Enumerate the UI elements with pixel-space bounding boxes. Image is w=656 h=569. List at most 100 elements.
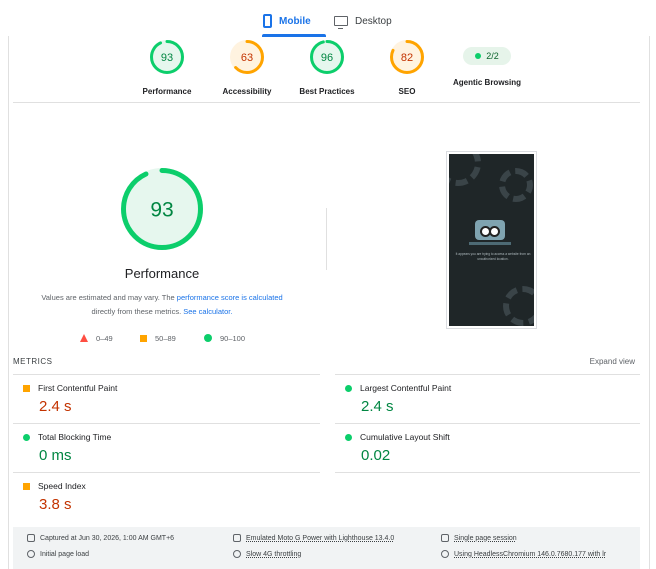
metrics-title: METRICS — [13, 357, 53, 366]
performance-gauge: 93 — [150, 40, 184, 74]
category-accessibility[interactable]: 63 Accessibility — [207, 40, 287, 96]
metric-divider — [13, 374, 320, 375]
legend-fail: 0–49 — [80, 332, 113, 344]
metric-cumulative-layout-shift: Cumulative Layout Shift 0.02 — [335, 432, 615, 464]
tab-desktop-label: Desktop — [355, 15, 392, 27]
metric-value: 3.8 s — [39, 496, 72, 513]
final-screenshot[interactable]: It appears you are trying to access a we… — [446, 151, 537, 329]
emulated-device-text: Emulated Moto G Power with Lighthouse 13… — [246, 534, 395, 542]
metric-divider — [13, 472, 320, 473]
fail-triangle-icon — [80, 334, 88, 342]
pass-circle-icon — [345, 433, 352, 441]
metric-divider — [335, 423, 640, 424]
metric-name: Largest Contentful Paint — [360, 383, 452, 393]
wifi-icon — [233, 550, 241, 558]
pass-dot-icon — [475, 53, 482, 59]
legend-average-label: 50–89 — [155, 333, 176, 343]
divider — [13, 102, 640, 103]
metric-value: 2.4 s — [39, 398, 72, 415]
category-label: Best Practices — [299, 87, 355, 96]
agentic-value: 2/2 — [486, 51, 499, 61]
pass-circle-icon — [345, 384, 352, 392]
page-icon — [441, 534, 449, 542]
average-square-icon — [23, 482, 30, 490]
metric-divider — [335, 472, 640, 473]
category-seo[interactable]: 82 SEO — [367, 40, 447, 96]
pass-circle-icon — [23, 433, 30, 441]
gear-icon — [499, 168, 533, 202]
calculator-link[interactable]: See calculator. — [183, 307, 232, 316]
screenshot-caption: It appears you are trying to access a we… — [455, 252, 531, 261]
network-throttling[interactable]: Slow 4G throttling — [233, 550, 301, 558]
metric-name: First Contentful Paint — [38, 383, 118, 393]
average-square-icon — [23, 384, 30, 392]
pass-circle-icon — [204, 334, 212, 342]
average-square-icon — [140, 334, 147, 342]
browser-version[interactable]: Using HeadlessChromium 146.0.7680.177 wi… — [441, 550, 606, 558]
page-load-text: Initial page load — [40, 550, 90, 558]
tab-desktop[interactable]: Desktop — [334, 8, 404, 34]
timer-icon — [27, 550, 35, 558]
gauge-score: 96 — [321, 52, 333, 64]
accessibility-gauge: 63 — [230, 40, 264, 74]
category-label: Accessibility — [222, 87, 272, 96]
screenshot-content: It appears you are trying to access a we… — [449, 154, 534, 326]
captured-at: Captured at Jun 30, 2026, 1:00 AM GMT+6 — [27, 534, 174, 542]
device-tabs: Mobile Desktop — [0, 0, 656, 37]
gear-icon — [503, 286, 534, 326]
laptop-icon — [233, 534, 241, 542]
page-load: Initial page load — [27, 550, 89, 558]
robot-base — [469, 242, 511, 245]
category-best-practices[interactable]: 96 Best Practices — [287, 40, 367, 96]
robot-icon — [475, 220, 505, 240]
metric-divider — [13, 423, 320, 424]
performance-note: Values are estimated and may vary. The p… — [30, 291, 294, 319]
metric-first-contentful-paint: First Contentful Paint 2.4 s — [13, 383, 293, 415]
note-text: directly from these metrics. — [91, 307, 184, 316]
runtime-settings: Captured at Jun 30, 2026, 1:00 AM GMT+6 … — [13, 527, 640, 569]
best-practices-gauge: 96 — [310, 40, 344, 74]
note-text: Values are estimated and may vary. The — [41, 293, 177, 302]
session-type[interactable]: Single page session — [441, 534, 517, 542]
metric-total-blocking-time: Total Blocking Time 0 ms — [13, 432, 293, 464]
metric-divider — [335, 374, 640, 375]
category-label: SEO — [398, 87, 416, 96]
seo-gauge: 82 — [390, 40, 424, 74]
metric-name: Cumulative Layout Shift — [360, 432, 450, 442]
gauge-score: 93 — [150, 199, 173, 222]
tab-mobile-label: Mobile — [279, 15, 311, 27]
phone-icon — [263, 14, 272, 28]
captured-at-text: Captured at Jun 30, 2026, 1:00 AM GMT+6 — [40, 534, 175, 542]
monitor-icon — [334, 16, 348, 29]
gauge-score: 93 — [161, 52, 173, 64]
metric-name: Total Blocking Time — [38, 432, 112, 442]
legend-fail-label: 0–49 — [96, 333, 113, 343]
gauge-score: 63 — [241, 52, 253, 64]
calendar-icon — [27, 534, 35, 542]
throttling-text: Slow 4G throttling — [246, 550, 302, 558]
performance-big-gauge: 93 — [121, 168, 203, 250]
gauge-score: 82 — [401, 52, 413, 64]
legend-pass-label: 90–100 — [220, 333, 246, 343]
metric-value: 2.4 s — [361, 398, 394, 415]
category-performance[interactable]: 93 Performance — [127, 40, 207, 96]
emulated-device[interactable]: Emulated Moto G Power with Lighthouse 13… — [233, 534, 394, 542]
metric-speed-index: Speed Index 3.8 s — [13, 481, 293, 513]
expand-view-toggle[interactable]: Expand view — [590, 357, 635, 366]
metric-value: 0.02 — [361, 447, 391, 464]
browser-version-text: Using HeadlessChromium 146.0.7680.177 wi… — [454, 550, 607, 558]
category-label: Performance — [142, 87, 192, 96]
legend-average: 50–89 — [140, 332, 176, 344]
score-calculation-link[interactable]: performance score is calculated — [177, 293, 283, 302]
metric-largest-contentful-paint: Largest Contentful Paint 2.4 s — [335, 383, 615, 415]
session-type-text: Single page session — [454, 534, 517, 542]
performance-title: Performance — [124, 266, 200, 281]
category-label: Agentic Browsing — [452, 78, 521, 87]
metric-value: 0 ms — [39, 447, 72, 464]
legend-pass: 90–100 — [204, 332, 245, 344]
agentic-pill: 2/2 — [463, 47, 511, 65]
category-agentic-browsing[interactable]: 2/2 Agentic Browsing — [447, 39, 527, 87]
vertical-divider — [326, 208, 327, 270]
gear-icon — [449, 154, 481, 186]
browser-icon — [441, 550, 449, 558]
